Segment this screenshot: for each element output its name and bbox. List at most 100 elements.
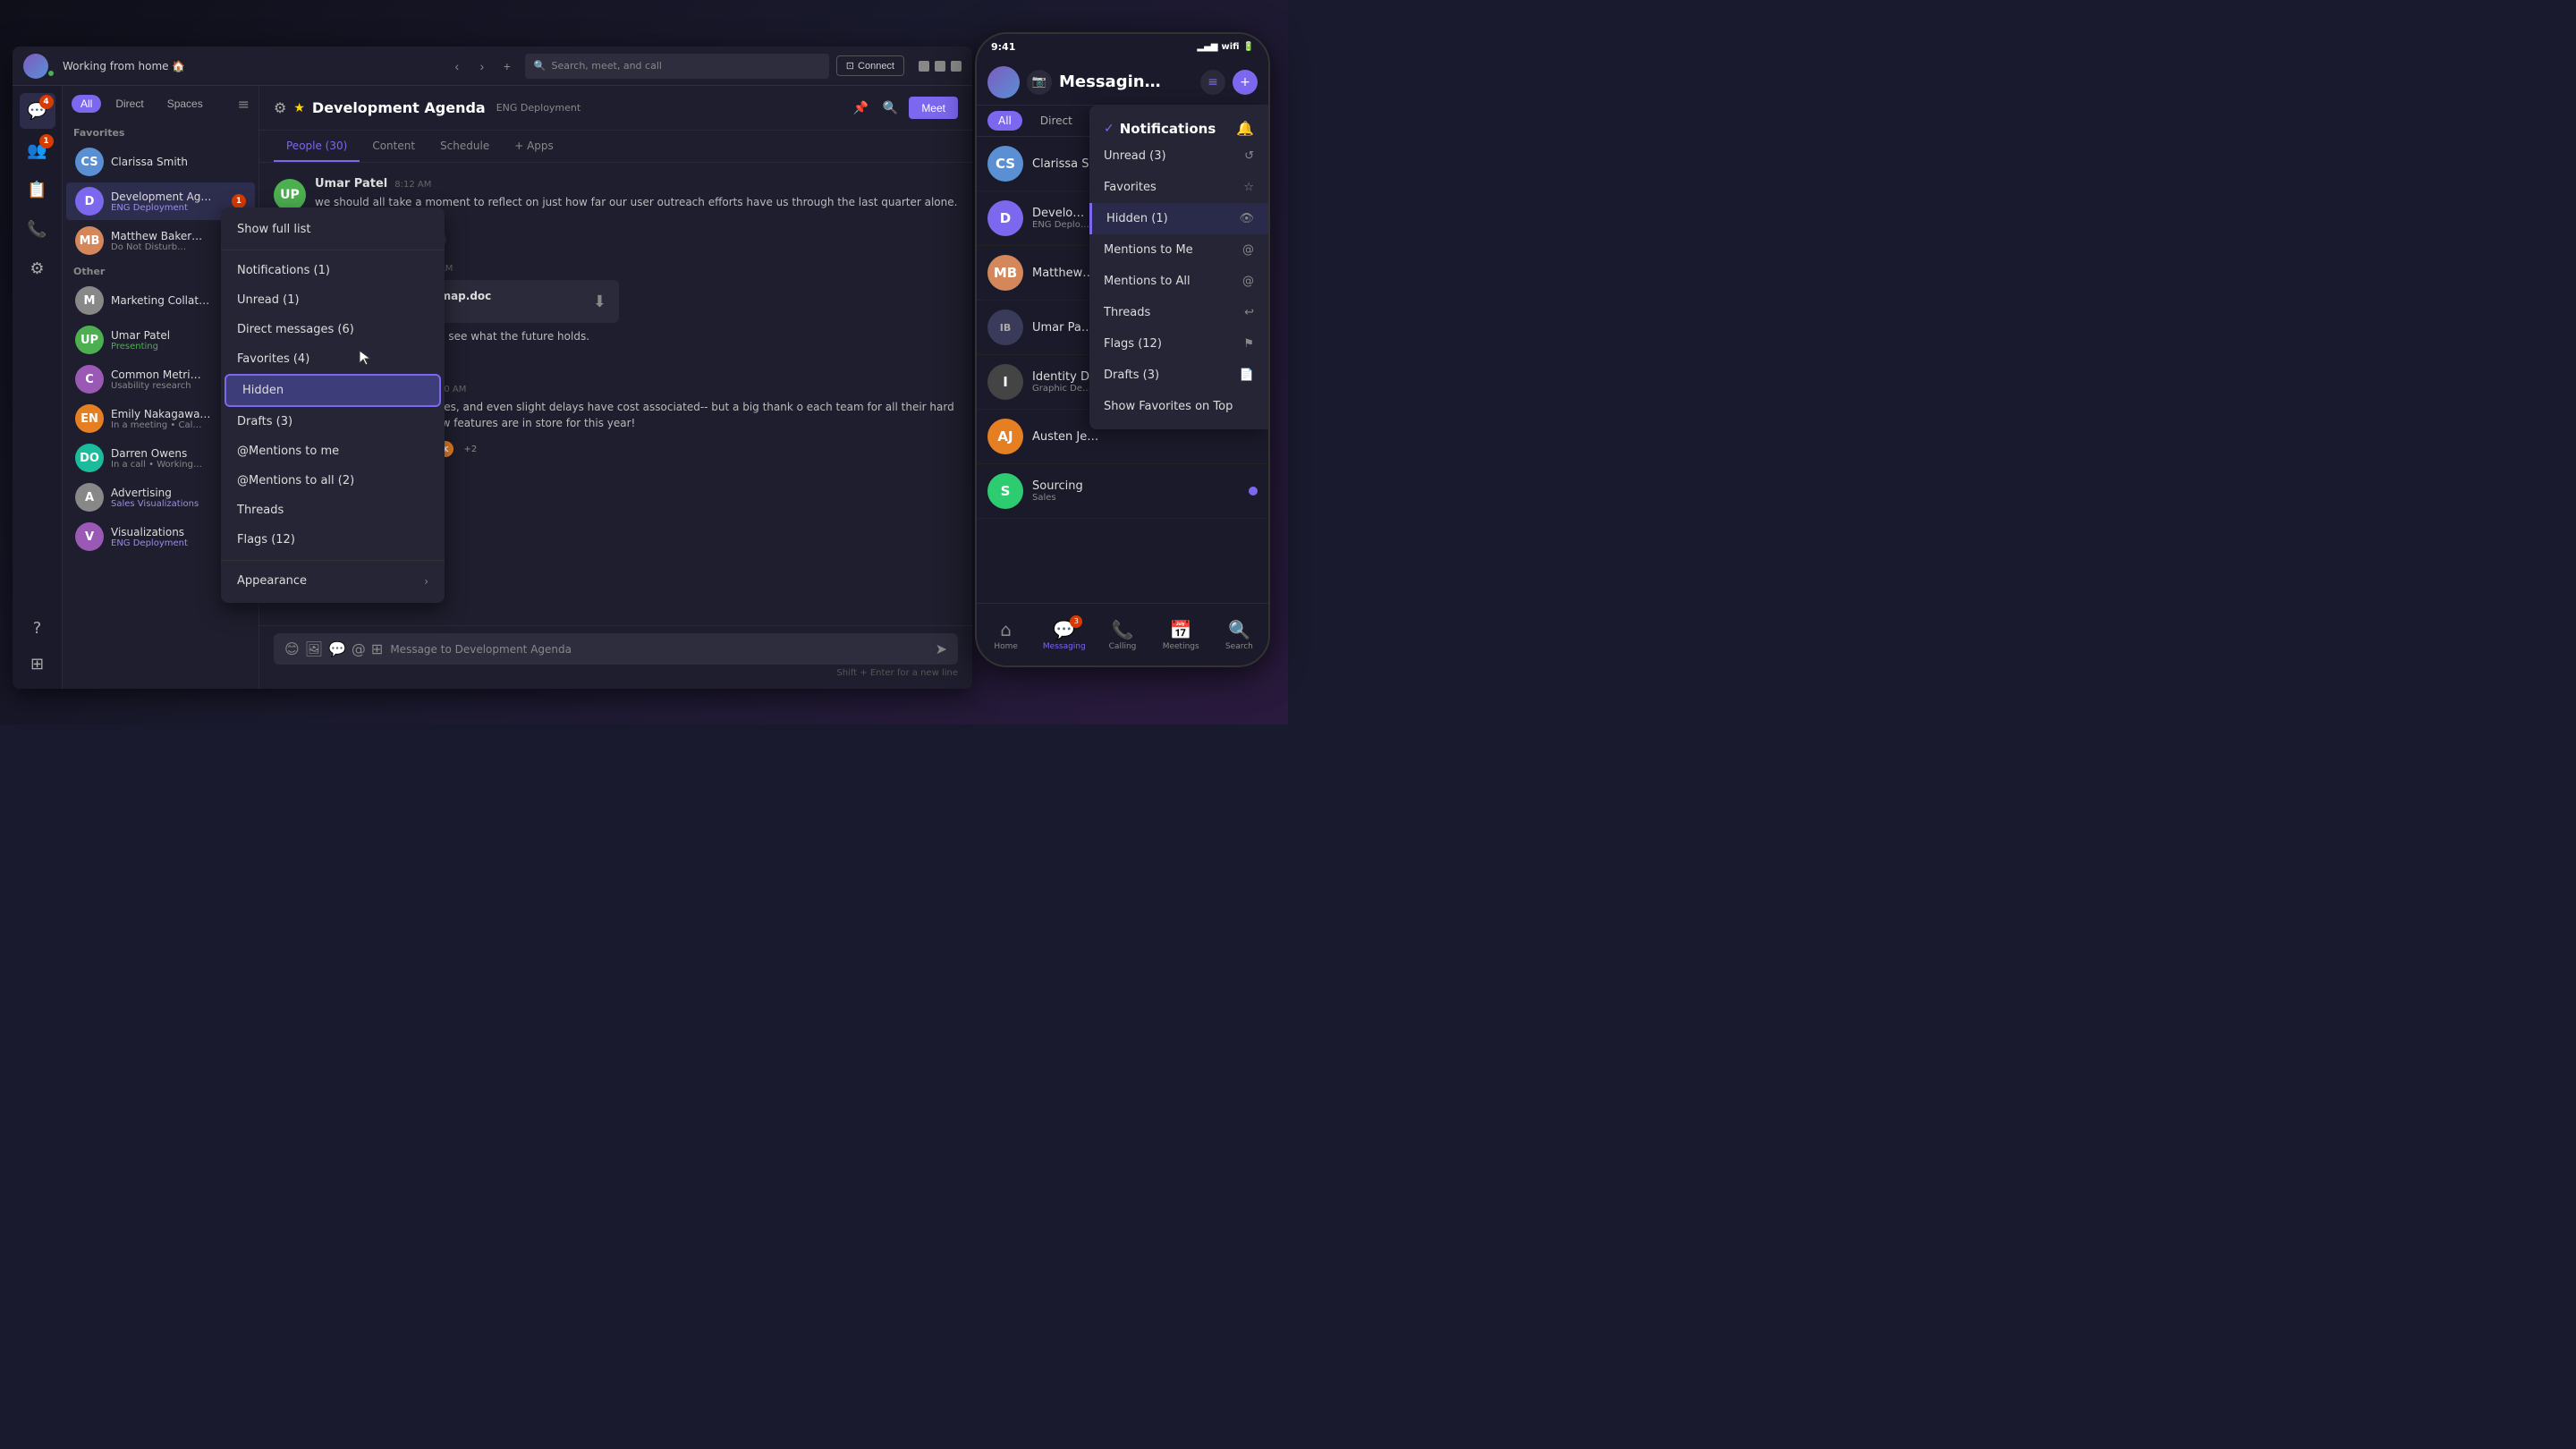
phone-nav-home[interactable]: ⌂ Home (977, 604, 1035, 665)
tab-content[interactable]: Content (360, 131, 428, 162)
send-icon[interactable]: ➤ (936, 640, 947, 657)
calling-icon: 📞 (1112, 619, 1134, 640)
phone-sourcing-name: Sourcing (1032, 479, 1240, 493)
favorites-label: Favorites (63, 122, 258, 142)
mention-tool[interactable]: @ (352, 640, 366, 657)
search-channel-button[interactable]: 🔍 (879, 97, 902, 119)
umar-msg-time: 8:12 AM (394, 180, 431, 190)
phone-identity-avatar: I (987, 364, 1023, 400)
phone-nav-search[interactable]: 🔍 Search (1210, 604, 1268, 665)
notif-mentions-all[interactable]: Mentions to All @ (1089, 266, 1268, 297)
notif-unread[interactable]: Unread (3) ↺ (1089, 140, 1268, 172)
signal-icon: ▂▄▆ (1197, 42, 1217, 52)
dd-appearance[interactable]: Appearance › (221, 566, 445, 596)
nav-apps[interactable]: ⚙ (20, 250, 55, 286)
back-button[interactable]: ‹ (446, 55, 468, 77)
phone-nav-calling[interactable]: 📞 Calling (1093, 604, 1151, 665)
phone-chat-sourcing[interactable]: S Sourcing Sales (977, 464, 1268, 519)
notif-threads-label: Threads (1104, 306, 1150, 319)
meet-button[interactable]: Meet (909, 97, 958, 119)
forward-button[interactable]: › (471, 55, 493, 77)
dd-direct-messages-label: Direct messages (6) (237, 323, 354, 336)
dd-unread[interactable]: Unread (1) (221, 285, 445, 315)
phone-status-bar: 9:41 ▂▄▆ wifi 🔋 (977, 34, 1268, 59)
maximize-button[interactable] (935, 61, 945, 72)
notif-threads[interactable]: Threads ↩ (1089, 297, 1268, 328)
app-body: 💬 4 👥 1 📋 📞 ⚙ ? ⊞ (13, 86, 972, 689)
more-tool[interactable]: ⊞ (371, 640, 383, 657)
message-input-placeholder[interactable]: Message to Development Agenda (390, 643, 928, 656)
nav-grid[interactable]: ⊞ (20, 646, 55, 682)
nav-teams[interactable]: 📋 (20, 172, 55, 208)
dd-drafts[interactable]: Drafts (3) (221, 407, 445, 436)
star-icon[interactable]: ★ (293, 101, 305, 115)
compose-icon[interactable]: + (1233, 70, 1258, 95)
dd-show-full-list[interactable]: Show full list (221, 215, 445, 244)
messaging-label: Messaging (1043, 642, 1086, 651)
notif-bell-icon[interactable]: 🔔 (1236, 120, 1254, 137)
connect-button[interactable]: ⊡ Connect (836, 55, 904, 76)
dd-mentions-me[interactable]: @Mentions to me (221, 436, 445, 466)
nav-activity[interactable]: 💬 4 (20, 93, 55, 129)
dd-flags[interactable]: Flags (12) (221, 525, 445, 555)
phone-user-avatar[interactable] (987, 66, 1020, 98)
filter-tab-direct[interactable]: Direct (106, 95, 152, 113)
phone-nav-meetings[interactable]: 📅 Meetings (1152, 604, 1210, 665)
phone-tab-direct[interactable]: Direct (1030, 111, 1083, 131)
new-tab-button[interactable]: + (496, 55, 518, 77)
dd-notifications[interactable]: Notifications (1) (221, 256, 445, 285)
emily-avatar: EN (75, 404, 104, 433)
emoji-tool[interactable]: 😊 (284, 640, 300, 657)
notif-mentions-me-label: Mentions to Me (1104, 243, 1193, 257)
dd-mentions-all-label: @Mentions to all (2) (237, 474, 354, 487)
sidebar-header: All Direct Spaces ≡ (63, 86, 258, 122)
seen-more: +2 (463, 445, 477, 454)
tab-apps[interactable]: + Apps (502, 131, 566, 162)
filter-tab-all[interactable]: All (72, 95, 101, 113)
dd-direct-messages[interactable]: Direct messages (6) (221, 315, 445, 344)
dd-threads[interactable]: Threads (221, 496, 445, 525)
dd-hidden[interactable]: Hidden (225, 374, 441, 407)
settings-icon[interactable]: ⚙ (274, 99, 286, 116)
message-input-box[interactable]: 😊 🖼 💬 @ ⊞ Message to Development Agenda … (274, 633, 958, 665)
notif-favorites[interactable]: Favorites ☆ (1089, 172, 1268, 203)
notif-drafts-icon: 📄 (1240, 369, 1254, 382)
notif-hidden[interactable]: Hidden (1) 👁 (1089, 203, 1268, 234)
pin-button[interactable]: 📌 (849, 97, 871, 119)
sticker-tool[interactable]: 💬 (328, 640, 346, 657)
channel-header: ⚙ ★ Development Agenda ENG Deployment 📌 … (259, 86, 972, 131)
umar-msg-avatar: UP (274, 179, 306, 211)
message-input-area: 😊 🖼 💬 @ ⊞ Message to Development Agenda … (259, 625, 972, 689)
filter-tabs: All Direct Spaces (72, 95, 212, 113)
notif-mentions-me[interactable]: Mentions to Me @ (1089, 234, 1268, 266)
nav-calls[interactable]: 📞 (20, 211, 55, 247)
phone-tab-all[interactable]: All (987, 111, 1022, 131)
nav-rail: 💬 4 👥 1 📋 📞 ⚙ ? ⊞ (13, 86, 63, 689)
filter-list-icon[interactable]: ≡ (1200, 70, 1225, 95)
phone-sourcing-info: Sourcing Sales (1032, 479, 1240, 503)
image-tool[interactable]: 🖼 (305, 640, 323, 657)
search-bar[interactable]: 🔍 Search, meet, and call (525, 54, 829, 79)
tab-people[interactable]: People (30) (274, 131, 360, 162)
nav-chat[interactable]: 👥 1 (20, 132, 55, 168)
notif-hidden-label: Hidden (1) (1106, 212, 1168, 225)
filter-tab-spaces[interactable]: Spaces (158, 95, 212, 113)
sidebar-item-clarissa[interactable]: CS Clarissa Smith (66, 143, 255, 181)
tab-schedule[interactable]: Schedule (428, 131, 502, 162)
camera-icon[interactable]: 📷 (1027, 70, 1052, 95)
notif-show-favorites-top[interactable]: Show Favorites on Top (1089, 391, 1268, 422)
dd-mentions-all[interactable]: @Mentions to all (2) (221, 466, 445, 496)
notif-flags[interactable]: Flags (12) ⚑ (1089, 328, 1268, 360)
dd-favorites[interactable]: Favorites (4) (221, 344, 445, 374)
wifi-icon: wifi (1221, 42, 1239, 52)
close-button[interactable] (951, 61, 962, 72)
filter-icon[interactable]: ≡ (238, 96, 250, 113)
nav-help[interactable]: ? (20, 610, 55, 646)
notif-drafts[interactable]: Drafts (3) 📄 (1089, 360, 1268, 391)
phone-nav-messaging[interactable]: 💬 Messaging (1035, 604, 1093, 665)
download-icon[interactable]: ⬇ (593, 292, 606, 311)
minimize-button[interactable] (919, 61, 929, 72)
notif-favorites-icon: ☆ (1243, 181, 1254, 194)
user-avatar (23, 54, 48, 79)
dropdown-menu: Show full list Notifications (1) Unread … (221, 208, 445, 603)
